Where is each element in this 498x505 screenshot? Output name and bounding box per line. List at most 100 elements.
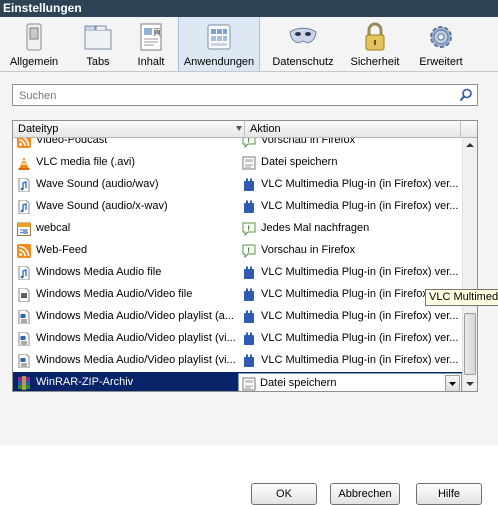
action-label: VLC Multimedia Plug-in (in Firefox) ver.… bbox=[261, 310, 459, 322]
applications-icon bbox=[207, 24, 231, 50]
column-header-action[interactable]: Aktion bbox=[245, 121, 461, 137]
file-type-label: WinRAR-ZIP-Archiv bbox=[36, 376, 134, 388]
preferences-toolbar: Allgemein Tabs 頁 Inhalt Anwendungen Date… bbox=[0, 17, 498, 72]
tab-applications-label: Anwendungen bbox=[183, 56, 255, 68]
table-row[interactable]: Windows Media Audio/Video playlist (a...… bbox=[13, 306, 462, 328]
table-row[interactable]: Web-Feed! Vorschau in Firefox bbox=[13, 240, 462, 262]
action-cell: ! Vorschau in Firefox bbox=[242, 138, 460, 152]
file-type-cell: Windows Media Audio/Video playlist (a... bbox=[17, 306, 243, 328]
table-row[interactable]: Wave Sound (audio/wav) VLC Multimedia Plu… bbox=[13, 174, 462, 196]
file-type-cell: WinRAR-ZIP-Archiv bbox=[17, 372, 243, 391]
svg-text:!: ! bbox=[247, 138, 250, 145]
action-label: Vorschau in Firefox bbox=[261, 244, 356, 256]
file-type-cell: Windows Media Audio/Video file bbox=[17, 284, 243, 306]
tab-security[interactable]: Sicherheit bbox=[344, 17, 406, 71]
file-type-label: Windows Media Audio/Video playlist (a... bbox=[36, 310, 234, 322]
tab-privacy-label: Datenschutz bbox=[272, 56, 334, 68]
tab-applications[interactable]: Anwendungen bbox=[178, 17, 260, 71]
table-row[interactable]: Video-Podcast! Vorschau in Firefox bbox=[13, 138, 462, 152]
winrar-icon bbox=[18, 376, 30, 390]
table-header: Dateityp Aktion bbox=[13, 121, 477, 138]
vlc-cone-icon bbox=[18, 157, 30, 170]
action-cell: VLC Multimedia Plug-in (in Firefox) ver.… bbox=[242, 350, 460, 372]
ok-button[interactable]: OK bbox=[251, 483, 317, 505]
action-label: VLC Multimedia Plug-in (in Firefox) ver.… bbox=[261, 178, 459, 190]
action-dropdown[interactable]: Datei speichern bbox=[238, 373, 462, 391]
scroll-up-icon[interactable] bbox=[463, 138, 477, 153]
action-label: Datei speichern bbox=[260, 377, 337, 389]
table-row[interactable]: webcal! Jedes Mal nachfragen bbox=[13, 218, 462, 240]
tab-general-label: Allgemein bbox=[9, 56, 59, 68]
action-cell: VLC Multimedia Plug-in (in Firefox) ver.… bbox=[242, 306, 460, 328]
file-type-label: Web-Feed bbox=[36, 244, 88, 256]
vertical-scrollbar[interactable] bbox=[462, 138, 477, 391]
tab-tabs-label: Tabs bbox=[86, 56, 110, 68]
action-cell: VLC Multimedia Plug-in (in Firefox) ver.… bbox=[242, 196, 460, 218]
tab-privacy[interactable]: Datenschutz bbox=[268, 17, 338, 71]
help-button[interactable]: Hilfe bbox=[416, 483, 482, 505]
plugin-icon bbox=[244, 332, 254, 345]
plugin-icon bbox=[244, 266, 254, 279]
search-input[interactable] bbox=[17, 87, 451, 105]
preview-icon: ! bbox=[242, 244, 256, 258]
file-type-label: Windows Media Audio/Video playlist (vi..… bbox=[36, 332, 236, 344]
column-header-type[interactable]: Dateityp bbox=[13, 121, 245, 137]
scroll-down-icon[interactable] bbox=[463, 376, 477, 391]
table-row[interactable]: Windows Media Audio/Video file VLC Multim… bbox=[13, 284, 462, 306]
switch-icon bbox=[26, 23, 42, 51]
search-icon[interactable] bbox=[459, 88, 473, 102]
file-type-label: Windows Media Audio/Video file bbox=[36, 288, 193, 300]
file-type-cell: Video-Podcast bbox=[17, 138, 243, 152]
table-body: Video-Podcast! Vorschau in Firefox VLC med… bbox=[13, 138, 462, 391]
search-box[interactable] bbox=[12, 84, 478, 106]
action-label: Jedes Mal nachfragen bbox=[261, 222, 370, 234]
file-type-label: Windows Media Audio/Video playlist (vi..… bbox=[36, 354, 236, 366]
tab-advanced-label: Erweitert bbox=[419, 56, 463, 68]
table-row[interactable]: Windows Media Audio file VLC Multimedia P… bbox=[13, 262, 462, 284]
table-row[interactable]: Windows Media Audio/Video playlist (vi..… bbox=[13, 328, 462, 350]
table-row[interactable]: WinRAR-ZIP-Archiv Datei speichern bbox=[13, 372, 462, 391]
window-title: Einstellungen bbox=[0, 0, 498, 17]
audio-file-icon bbox=[18, 266, 30, 280]
table-row[interactable]: Windows Media Audio/Video playlist (vi..… bbox=[13, 350, 462, 372]
svg-text:頁: 頁 bbox=[153, 28, 161, 37]
tab-general[interactable]: Allgemein bbox=[8, 17, 60, 71]
tooltip: VLC Multimedia bbox=[425, 289, 498, 306]
action-label: VLC Multimedia Plug-in (in Firefox) ver.… bbox=[261, 200, 459, 212]
file-type-label: VLC media file (.avi) bbox=[36, 156, 136, 168]
table-row[interactable]: VLC media file (.avi) Datei speichern bbox=[13, 152, 462, 174]
save-file-icon bbox=[242, 377, 256, 391]
file-type-cell: Wave Sound (audio/wav) bbox=[17, 174, 243, 196]
tab-tabs[interactable]: Tabs bbox=[72, 17, 124, 71]
action-label: VLC Multimedia Plug-in (in Firefox) ver.… bbox=[261, 332, 459, 344]
tab-advanced[interactable]: Erweitert bbox=[410, 17, 472, 71]
table-row[interactable]: Wave Sound (audio/x-wav) VLC Multimedia P… bbox=[13, 196, 462, 218]
tabs-icon bbox=[84, 25, 112, 50]
ask-icon: ! bbox=[242, 222, 256, 236]
tab-content[interactable]: 頁 Inhalt bbox=[126, 17, 176, 71]
action-cell: Datei speichern bbox=[242, 152, 460, 174]
content-icon: 頁 bbox=[140, 23, 162, 51]
cancel-button[interactable]: Abbrechen bbox=[330, 483, 400, 505]
audio-file-icon bbox=[18, 200, 30, 214]
plugin-icon bbox=[244, 288, 254, 301]
tab-content-label: Inhalt bbox=[137, 56, 165, 68]
file-type-label: Wave Sound (audio/wav) bbox=[36, 178, 159, 190]
sort-arrow-icon bbox=[236, 126, 242, 131]
playlist-icon bbox=[18, 310, 30, 324]
save-file-icon bbox=[242, 156, 256, 170]
applications-panel: Dateityp Aktion Video-Podcast! Vorschau i… bbox=[0, 72, 498, 505]
svg-text:!: ! bbox=[247, 247, 250, 255]
action-label: Datei speichern bbox=[261, 156, 338, 168]
mask-icon bbox=[289, 27, 317, 44]
file-type-cell: Web-Feed bbox=[17, 240, 243, 262]
dropdown-arrow-button[interactable] bbox=[445, 375, 460, 391]
feed-icon bbox=[17, 138, 31, 148]
svg-text:!: ! bbox=[247, 225, 250, 233]
action-label: VLC Multimedia Plug-in (in Firefox) ver.… bbox=[261, 266, 459, 278]
file-type-cell: Windows Media Audio/Video playlist (vi..… bbox=[17, 350, 243, 372]
preview-icon: ! bbox=[242, 138, 256, 148]
scrollbar-thumb[interactable] bbox=[464, 313, 476, 375]
file-type-cell: Wave Sound (audio/x-wav) bbox=[17, 196, 243, 218]
feed-icon bbox=[17, 244, 31, 258]
